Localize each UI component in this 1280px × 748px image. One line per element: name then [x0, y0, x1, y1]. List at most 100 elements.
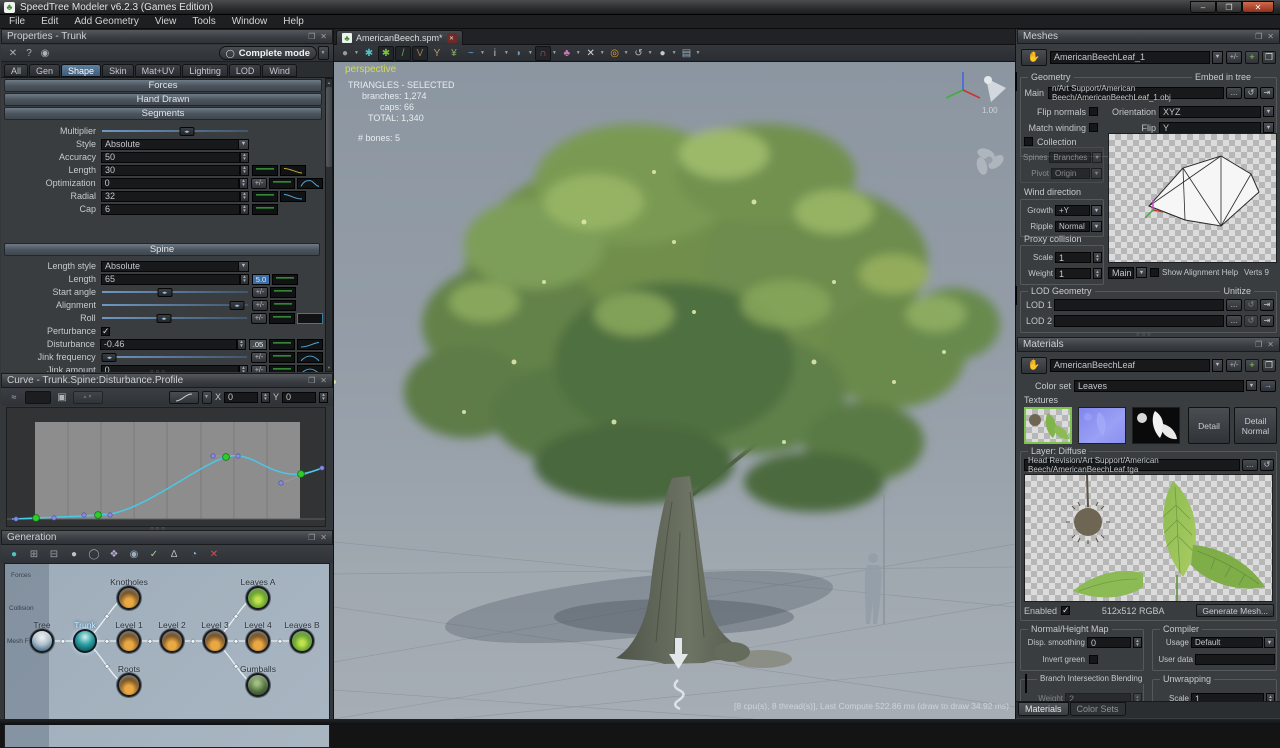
jink-amount-field[interactable]: 0 — [101, 365, 239, 373]
length-spinner[interactable] — [240, 165, 249, 176]
roll-variance-button[interactable]: +/- — [251, 313, 267, 324]
materials-panel-header[interactable]: Materials — [1017, 337, 1280, 352]
tab-skin[interactable]: Skin — [102, 64, 134, 77]
spines-dropdown[interactable]: Branches — [1049, 152, 1091, 163]
camera-label[interactable]: perspective — [345, 64, 396, 75]
menu-view[interactable]: View — [155, 16, 177, 27]
optimization-field[interactable]: 0 — [101, 178, 239, 189]
spine-length-spinner[interactable] — [240, 274, 249, 285]
color-set-dropdown[interactable]: Leaves — [1074, 380, 1244, 392]
add-mesh-button[interactable] — [1245, 51, 1259, 64]
start-angle-variance-button[interactable]: +/- — [252, 287, 268, 298]
gizmo-tool-icon[interactable] — [607, 46, 623, 61]
document-tab[interactable]: AmericanBeech.spm* — [336, 30, 463, 45]
enable-icon[interactable] — [146, 547, 162, 562]
style-dropdown[interactable]: Absolute — [101, 138, 249, 150]
proxy-scale-field[interactable]: 1 — [1055, 252, 1091, 263]
length-curve-chip[interactable] — [280, 165, 306, 176]
maximize-button[interactable]: ❐ — [1216, 1, 1242, 13]
curve-mode-icon[interactable] — [6, 390, 22, 405]
cap-profile-chip[interactable] — [252, 204, 278, 215]
undo-tool-icon[interactable] — [631, 46, 647, 61]
scrollbar-thumb[interactable] — [326, 87, 332, 167]
browse-main-button[interactable]: ... — [1226, 87, 1242, 99]
length-field[interactable]: 30 — [101, 165, 240, 176]
close-panel-icon[interactable] — [320, 533, 327, 542]
alignment-variance-button[interactable]: +/- — [252, 300, 268, 311]
leaf-tool-icon[interactable] — [378, 46, 394, 61]
delete-node-icon[interactable] — [206, 547, 222, 562]
align-vertical-icon[interactable] — [46, 547, 62, 562]
spine-length-field[interactable]: 65 — [101, 274, 240, 285]
meshes-panel-header[interactable]: Meshes — [1017, 29, 1280, 44]
curve-swatch[interactable] — [25, 391, 51, 404]
alignment-profile-chip[interactable] — [270, 300, 296, 311]
cap-tool-icon[interactable] — [511, 46, 527, 61]
mesh-preview[interactable] — [1108, 133, 1277, 263]
branch-tool-icon[interactable] — [412, 46, 428, 61]
close-panel-icon[interactable] — [320, 32, 327, 41]
close-panel-icon[interactable] — [1267, 340, 1274, 349]
trunk-tool-icon[interactable] — [446, 46, 462, 61]
color-set-arrow[interactable] — [1246, 380, 1257, 391]
browse-lod2-button[interactable]: ... — [1226, 315, 1242, 327]
multiplier-slider[interactable] — [101, 125, 249, 137]
radial-curve-chip[interactable] — [280, 191, 306, 202]
cap-spinner[interactable] — [240, 204, 249, 215]
viewport-3d[interactable]: perspective TRIANGLES - SELECTED branche… — [334, 62, 1015, 719]
material-selector-dropdown[interactable]: AmericanBeechLeaf — [1050, 359, 1210, 372]
detail-normal-texture-button[interactable]: Detail Normal — [1234, 407, 1277, 444]
disturbance-curve-chip[interactable] — [297, 339, 323, 350]
diffuse-preview[interactable] — [1024, 474, 1273, 602]
curve-x-field[interactable]: 0 — [224, 392, 258, 403]
curve-x-spinner[interactable] — [261, 392, 270, 403]
growth-dropdown[interactable]: +Y — [1055, 205, 1090, 216]
alignment-slider[interactable] — [101, 299, 249, 311]
spine-length-profile-chip[interactable] — [272, 274, 298, 285]
menu-add-geometry[interactable]: Add Geometry — [74, 16, 138, 27]
rock-tool-icon[interactable] — [337, 46, 353, 61]
mode-button[interactable]: Complete mode — [219, 46, 317, 60]
export-lod2-icon[interactable] — [1260, 315, 1274, 327]
section-spine[interactable]: Spine — [4, 243, 320, 256]
cap-field[interactable]: 6 — [101, 204, 240, 215]
lock-icon[interactable] — [166, 547, 182, 562]
main-mesh-path-field[interactable]: n/Art Support/American Beech/AmericanBee… — [1048, 87, 1224, 99]
preview-lod-arrow[interactable] — [1136, 267, 1147, 278]
scroll-down-arrow[interactable] — [327, 365, 331, 370]
orientation-arrow[interactable] — [1263, 106, 1274, 117]
node-knotholes[interactable] — [117, 586, 141, 610]
show-alignment-checkbox[interactable] — [1150, 268, 1159, 277]
mesh-selector-dropdown[interactable]: AmericanBeechLeaf_1 — [1050, 51, 1210, 64]
menu-edit[interactable]: Edit — [41, 16, 58, 27]
length-profile-chip[interactable] — [252, 165, 278, 176]
float-panel-icon[interactable] — [308, 376, 315, 385]
node-leaves-a[interactable] — [246, 586, 270, 610]
curve-preset-button[interactable] — [169, 391, 199, 404]
menu-window[interactable]: Window — [232, 16, 268, 27]
sync-icon[interactable] — [186, 547, 202, 562]
curve-y-field[interactable]: 0 — [282, 392, 316, 403]
start-angle-slider[interactable] — [101, 286, 249, 298]
flip-dropdown[interactable]: Y — [1159, 122, 1261, 134]
reload-lod1-icon[interactable] — [1244, 299, 1258, 311]
tab-materials[interactable]: Materials — [1018, 702, 1069, 716]
properties-scrollbar[interactable] — [325, 78, 333, 372]
jink-frequency-slider[interactable] — [101, 351, 248, 363]
menu-tools[interactable]: Tools — [192, 16, 215, 27]
embed-in-tree-checkbox[interactable] — [1015, 72, 1017, 91]
tab-shape[interactable]: Shape — [61, 64, 101, 77]
tab-lod[interactable]: LOD — [229, 64, 262, 77]
start-angle-profile-chip[interactable] — [270, 287, 296, 298]
loop-icon[interactable] — [86, 547, 102, 562]
node-leaves-b[interactable] — [290, 629, 314, 653]
invert-green-checkbox[interactable] — [1089, 655, 1098, 664]
enabled-checkbox[interactable] — [1061, 606, 1070, 615]
node-level-3[interactable] — [203, 629, 227, 653]
diffuse-path-field[interactable]: Head Revision/Art Support/American Beech… — [1024, 459, 1240, 471]
diffuse-texture-thumb[interactable] — [1024, 407, 1072, 444]
visibility-icon[interactable] — [37, 46, 53, 61]
roll-slider[interactable] — [101, 312, 248, 324]
curve-order-spinner[interactable] — [73, 391, 103, 404]
node-level-1[interactable] — [117, 629, 141, 653]
